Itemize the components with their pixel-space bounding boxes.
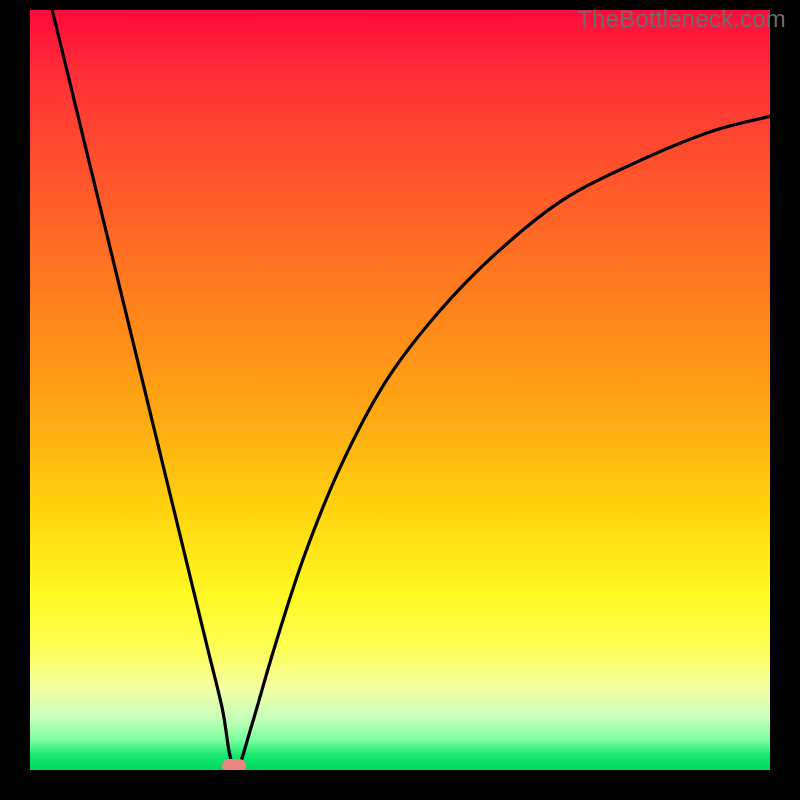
chart-frame: TheBottleneck.com (0, 0, 800, 800)
bottleneck-curve-path (52, 10, 770, 770)
chart-minimum-marker (222, 759, 246, 770)
watermark-text: TheBottleneck.com (577, 6, 786, 34)
chart-curve (30, 10, 770, 770)
chart-plot-area (30, 10, 770, 770)
